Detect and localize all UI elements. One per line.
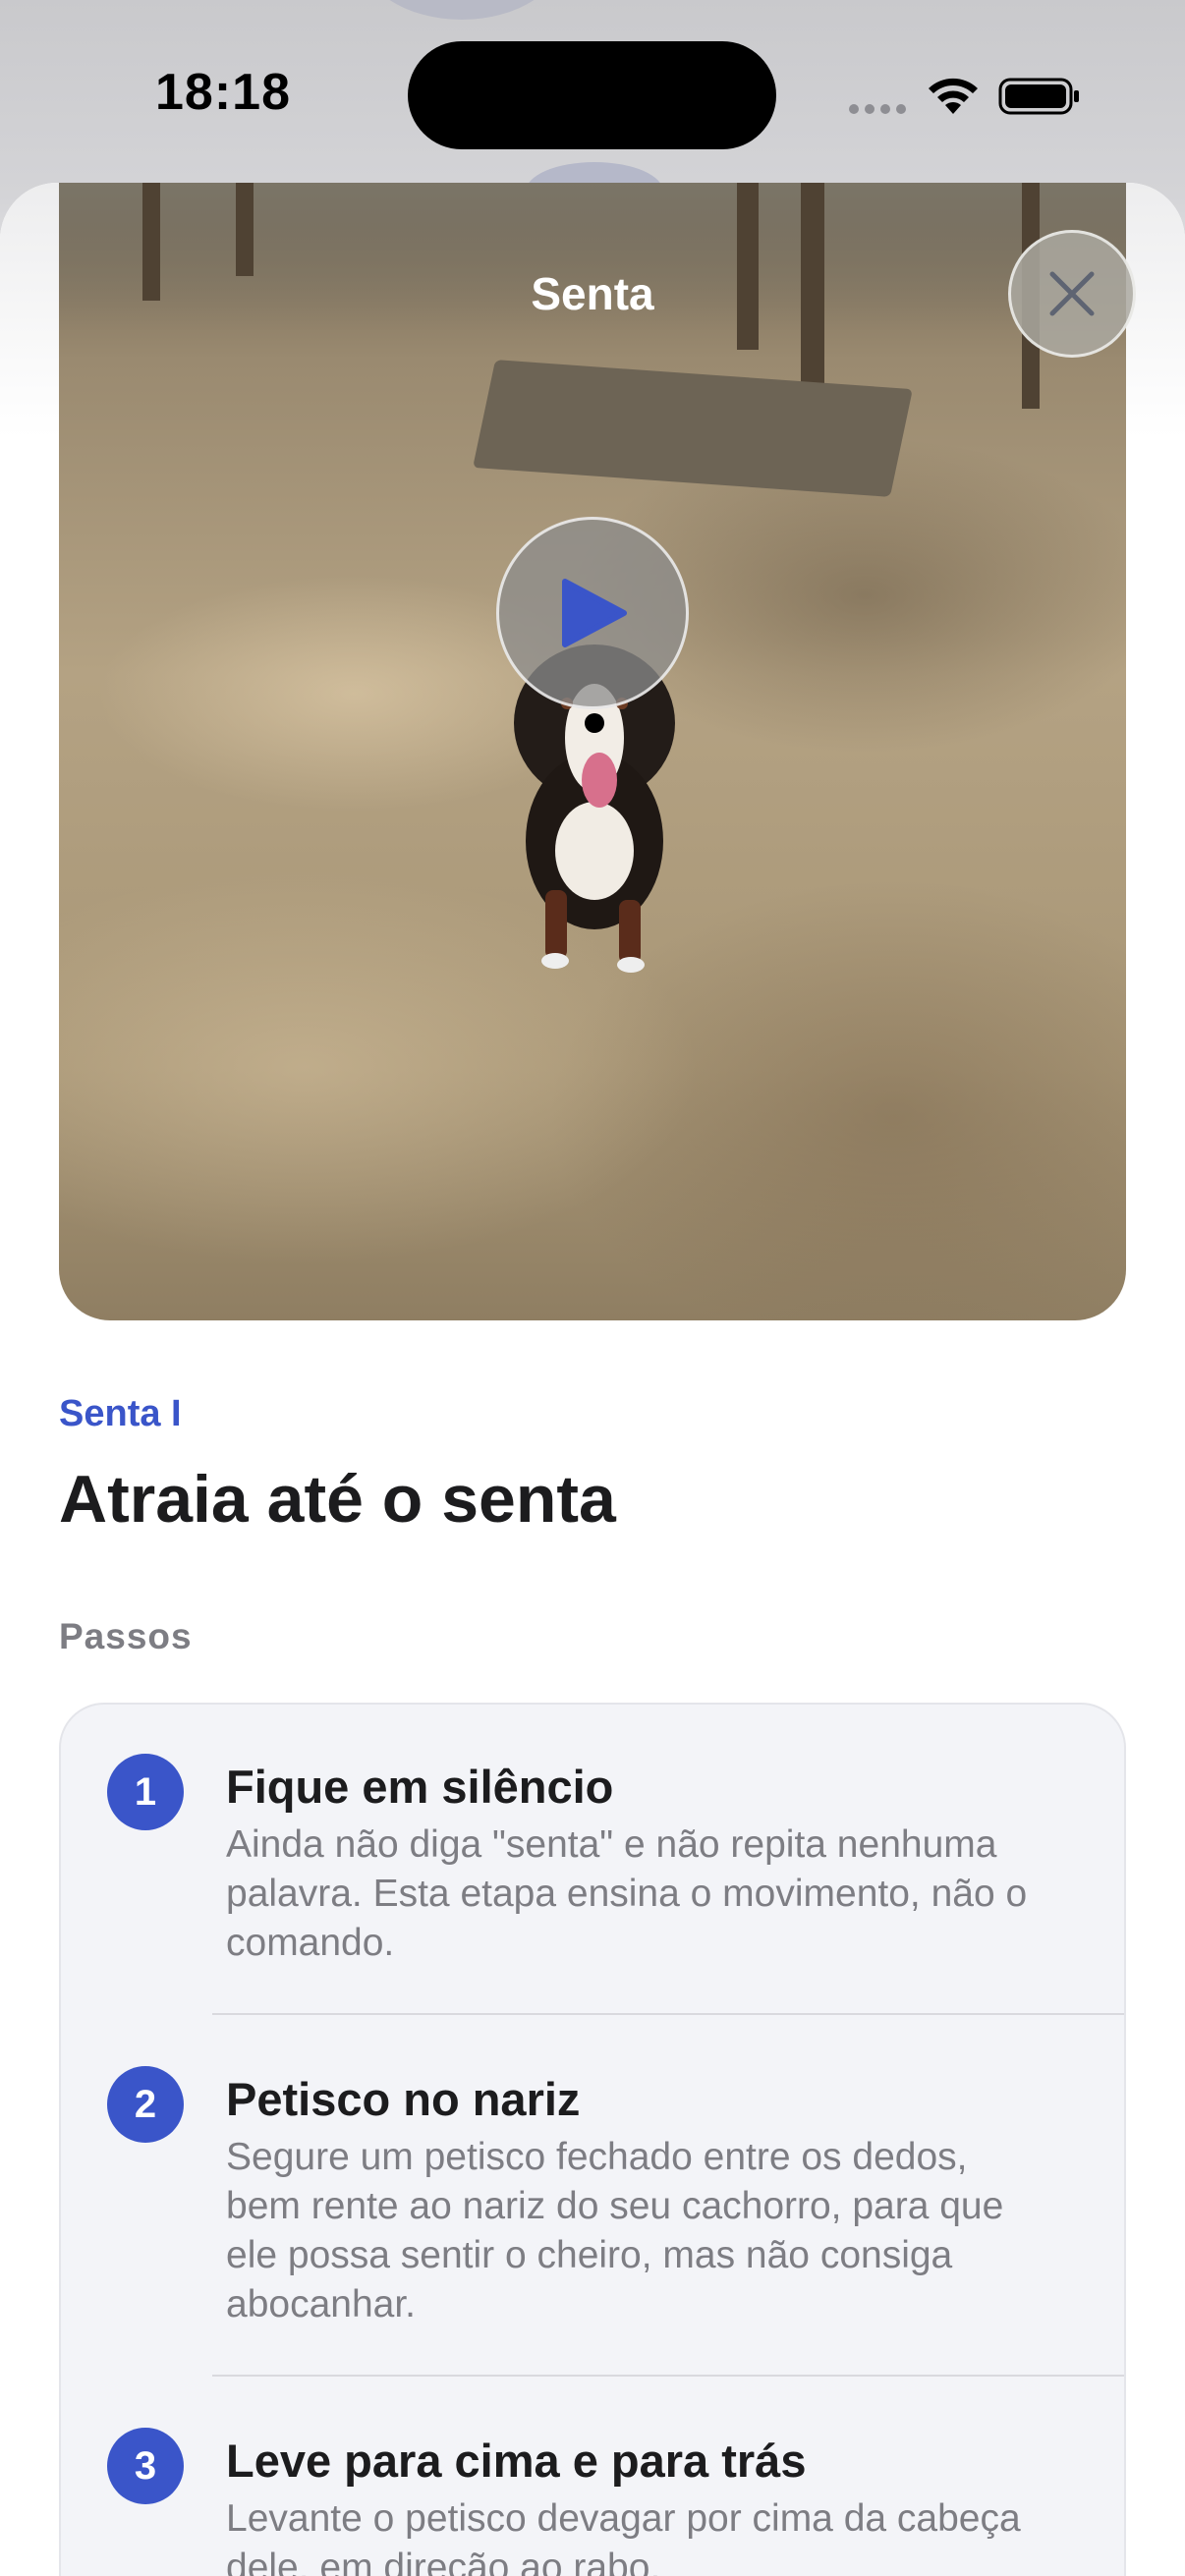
cellular-signal-icon: [849, 102, 908, 116]
step-number-badge: 2: [107, 2066, 184, 2143]
close-icon: [1049, 271, 1095, 316]
video-bench: [473, 360, 913, 497]
play-button[interactable]: [496, 517, 689, 709]
dynamic-island: [408, 41, 776, 149]
battery-icon: [998, 78, 1079, 115]
step-title: Leve para cima e para trás: [226, 2435, 807, 2487]
step-divider: [212, 2013, 1124, 2015]
step-description: Levante o petisco devagar por cima da ca…: [226, 2497, 1021, 2576]
fence-post: [737, 183, 759, 350]
step-description: Segure um petisco fechado entre os dedos…: [226, 2136, 1004, 2325]
status-bar: 18:18: [0, 0, 1185, 187]
close-button[interactable]: [1008, 230, 1136, 358]
steps-card: 1 Fique em silêncio Ainda não diga "sent…: [59, 1703, 1126, 2576]
step-title: Fique em silêncio: [226, 1761, 614, 1813]
lesson-title: Atraia até o senta: [59, 1462, 616, 1537]
video-player[interactable]: [59, 183, 1126, 1320]
wifi-icon: [929, 78, 978, 114]
step-divider: [212, 2375, 1124, 2377]
status-time: 18:18: [155, 64, 291, 121]
step-number-badge: 1: [107, 1754, 184, 1830]
step-number-badge: 3: [107, 2428, 184, 2504]
step-description: Ainda não diga "senta" e não repita nenh…: [226, 1823, 1028, 1964]
step-title: Petisco no nariz: [226, 2073, 581, 2125]
fence-post: [236, 183, 254, 276]
play-icon: [562, 579, 627, 647]
steps-section-label: Passos: [59, 1616, 193, 1656]
lesson-category: Senta I: [59, 1393, 182, 1434]
